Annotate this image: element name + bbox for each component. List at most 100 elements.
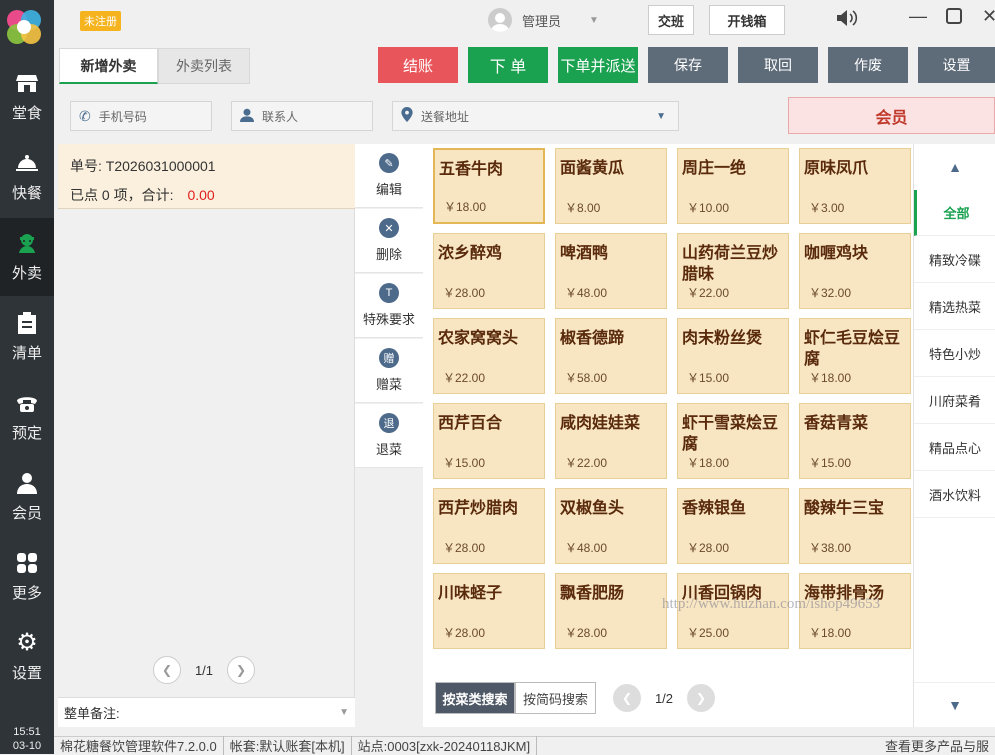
status-account: 帐套:默认账套[本机] xyxy=(224,736,352,755)
dish-page: 1/2 xyxy=(654,690,674,706)
dish-card[interactable]: 浓乡醉鸡 ￥28.00 xyxy=(433,233,545,309)
prev-page-button[interactable]: ❮ xyxy=(153,656,181,684)
dish-card[interactable]: 虾干雪菜烩豆腐 ￥18.00 xyxy=(677,403,789,479)
tab-new-takeout[interactable]: 新增外卖 xyxy=(59,48,158,84)
delivery-person-icon xyxy=(16,232,38,254)
nav-item-member[interactable]: 会员 xyxy=(0,458,54,536)
dish-card[interactable]: 农家窝窝头 ￥22.00 xyxy=(433,318,545,394)
dish-price: ￥15.00 xyxy=(687,371,730,385)
dish-name: 西芹百合 xyxy=(438,415,503,432)
next-page-button[interactable]: ❯ xyxy=(227,656,255,684)
gift-dish-tool[interactable]: 赠 赠菜 xyxy=(355,339,423,403)
return-dish-tool[interactable]: 退 退菜 xyxy=(355,404,423,468)
category-stir-fry[interactable]: 特色小炒 xyxy=(914,331,995,377)
order-remark[interactable]: 整单备注: ▼ xyxy=(58,697,355,727)
scroll-up-icon[interactable]: ▲ xyxy=(914,144,995,189)
search-by-code-button[interactable]: 按简码搜索 xyxy=(515,682,596,714)
dish-name: 香辣银鱼 xyxy=(682,500,747,517)
user-menu[interactable]: 管理员 ▼ xyxy=(488,8,599,32)
clipboard-icon xyxy=(16,311,38,334)
dish-card[interactable]: 川味蛏子 ￥28.00 xyxy=(433,573,545,649)
avatar xyxy=(488,8,512,32)
dish-card[interactable]: 原味凤爪 ￥3.00 xyxy=(799,148,911,224)
dish-price: ￥10.00 xyxy=(687,201,730,215)
category-cold-dishes[interactable]: 精致冷碟 xyxy=(914,237,995,283)
dish-card[interactable]: 椒香德蹄 ￥58.00 xyxy=(555,318,667,394)
order-total: 0.00 xyxy=(187,187,215,203)
volume-icon[interactable] xyxy=(836,8,858,33)
dish-price: ￥25.00 xyxy=(687,626,730,640)
dish-card[interactable]: 五香牛肉 ￥18.00 xyxy=(433,148,545,224)
dish-card[interactable]: 香辣银鱼 ￥28.00 xyxy=(677,488,789,564)
nav-item-fast-food[interactable]: 快餐 xyxy=(0,138,54,216)
dish-price: ￥18.00 xyxy=(809,371,852,385)
category-all[interactable]: 全部 xyxy=(914,190,995,236)
prev-page-button[interactable]: ❮ xyxy=(613,684,641,712)
dish-card[interactable]: 山药荷兰豆炒腊味 ￥22.00 xyxy=(677,233,789,309)
nav-label: 更多 xyxy=(11,584,42,602)
close-icon[interactable]: ✕ xyxy=(982,6,995,27)
dish-name: 川味蛏子 xyxy=(438,585,503,602)
return-icon: 退 xyxy=(379,413,399,433)
dish-card[interactable]: 双椒鱼头 ￥48.00 xyxy=(555,488,667,564)
t-icon: T xyxy=(379,283,399,303)
category-hot-dishes[interactable]: 精选热菜 xyxy=(914,284,995,330)
order-dispatch-button[interactable]: 下单并派送 xyxy=(558,47,638,83)
checkout-button[interactable]: 结账 xyxy=(378,47,458,83)
maximize-icon[interactable] xyxy=(946,8,962,29)
dish-name: 香菇青菜 xyxy=(804,415,869,432)
dish-name: 双椒鱼头 xyxy=(560,500,625,517)
dish-name: 虾干雪菜烩豆腐 xyxy=(682,415,779,453)
search-by-category-button[interactable]: 按菜类搜索 xyxy=(435,682,515,714)
dish-card[interactable]: 啤酒鸭 ￥48.00 xyxy=(555,233,667,309)
minimize-icon[interactable]: — xyxy=(909,6,927,27)
edit-tool[interactable]: ✎ 编辑 xyxy=(355,144,423,208)
next-page-button[interactable]: ❯ xyxy=(687,684,715,712)
member-button[interactable]: 会员 xyxy=(788,97,995,134)
chevron-down-icon: ▼ xyxy=(339,707,349,718)
nav-item-settings[interactable]: ⚙ 设置 xyxy=(0,618,54,696)
dish-name: 咖喱鸡块 xyxy=(804,245,869,262)
void-button[interactable]: 作废 xyxy=(828,47,908,83)
tab-takeout-list[interactable]: 外卖列表 xyxy=(158,48,250,84)
category-dim-sum[interactable]: 精品点心 xyxy=(914,425,995,471)
dish-card[interactable]: 香菇青菜 ￥15.00 xyxy=(799,403,911,479)
nav-item-reservation[interactable]: 预定 xyxy=(0,378,54,456)
delete-tool[interactable]: ✕ 删除 xyxy=(355,209,423,273)
save-button[interactable]: 保存 xyxy=(648,47,728,83)
address-field[interactable]: 送餐地址 ▼ xyxy=(392,101,679,131)
tool-label: 赠菜 xyxy=(375,377,402,392)
dish-card[interactable]: 面酱黄瓜 ￥8.00 xyxy=(555,148,667,224)
left-nav: 堂食 快餐 外卖 清单 预定 会员 更多 ⚙ 设置 15:51 03-10 xyxy=(0,0,54,754)
unregistered-badge[interactable]: 未注册 xyxy=(80,11,121,31)
order-page: 1/1 xyxy=(194,662,214,678)
more-products-link[interactable]: 查看更多产品与服 xyxy=(879,736,995,755)
recall-button[interactable]: 取回 xyxy=(738,47,818,83)
location-pin-icon xyxy=(401,107,413,125)
dish-card[interactable]: 周庄一绝 ￥10.00 xyxy=(677,148,789,224)
nav-label: 会员 xyxy=(11,504,42,522)
dish-card[interactable]: 咖喱鸡块 ￥32.00 xyxy=(799,233,911,309)
dish-price: ￥28.00 xyxy=(443,541,486,555)
dish-card[interactable]: 咸肉娃娃菜 ￥22.00 xyxy=(555,403,667,479)
dish-card[interactable]: 飘香肥肠 ￥28.00 xyxy=(555,573,667,649)
phone-field[interactable]: ✆ 手机号码 xyxy=(70,101,212,131)
settings-button[interactable]: 设置 xyxy=(918,47,995,83)
nav-item-dine-in[interactable]: 堂食 xyxy=(0,58,54,136)
scroll-down-icon[interactable]: ▼ xyxy=(914,682,995,727)
shift-button[interactable]: 交班 xyxy=(648,5,694,35)
place-order-button[interactable]: 下 单 xyxy=(468,47,548,83)
dish-card[interactable]: 西芹百合 ￥15.00 xyxy=(433,403,545,479)
nav-item-more[interactable]: 更多 xyxy=(0,538,54,616)
nav-item-takeout[interactable]: 外卖 xyxy=(0,218,54,296)
dish-card[interactable]: 酸辣牛三宝 ￥38.00 xyxy=(799,488,911,564)
category-drinks[interactable]: 酒水饮料 xyxy=(914,472,995,518)
contact-field[interactable]: 联系人 xyxy=(231,101,373,131)
dish-card[interactable]: 西芹炒腊肉 ￥28.00 xyxy=(433,488,545,564)
nav-item-list[interactable]: 清单 xyxy=(0,298,54,376)
special-request-tool[interactable]: T 特殊要求 xyxy=(355,274,423,338)
open-drawer-button[interactable]: 开钱箱 xyxy=(709,5,785,35)
category-sichuan[interactable]: 川府菜肴 xyxy=(914,378,995,424)
dish-card[interactable]: 肉末粉丝煲 ￥15.00 xyxy=(677,318,789,394)
dish-card[interactable]: 虾仁毛豆烩豆腐 ￥18.00 xyxy=(799,318,911,394)
